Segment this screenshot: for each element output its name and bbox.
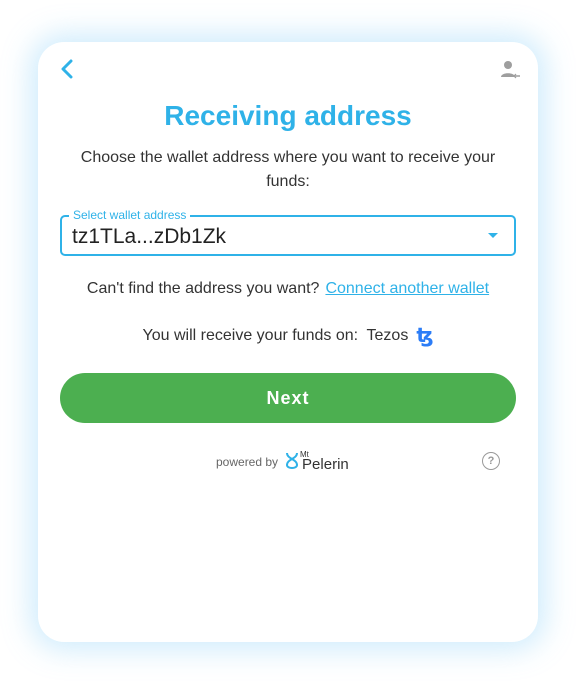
widget-card: Receiving address Choose the wallet addr…	[38, 42, 538, 642]
wallet-address-select[interactable]: Select wallet address tz1TLa...zDb1Zk	[60, 208, 516, 256]
tezos-icon: ꜩ	[416, 325, 434, 347]
cant-find-text: Can't find the address you want?	[86, 280, 320, 297]
wallet-select-value: tz1TLa...zDb1Zk	[72, 225, 227, 248]
receive-on-text: You will receive your funds on:	[142, 327, 359, 344]
chevron-left-icon	[61, 59, 73, 79]
help-icon[interactable]: ?	[482, 452, 500, 470]
account-button[interactable]	[498, 58, 522, 82]
back-button[interactable]	[56, 58, 78, 80]
connect-another-wallet-link[interactable]: Connect another wallet	[325, 280, 489, 297]
brand-name: Pelerin	[302, 456, 349, 473]
cant-find-row: Can't find the address you want? Connect …	[38, 280, 538, 298]
mt-pelerin-logo-icon	[286, 452, 299, 469]
user-account-icon	[501, 61, 520, 79]
page-subtitle: Choose the wallet address where you want…	[80, 149, 496, 190]
page-title: Receiving address	[164, 100, 412, 131]
network-name: Tezos	[366, 327, 409, 344]
dropdown-arrow-icon	[488, 233, 498, 238]
wallet-select-label: Select wallet address	[69, 208, 191, 222]
next-button[interactable]: Next	[60, 373, 516, 423]
brand-prefix: Mt	[300, 450, 309, 459]
receive-network-row: You will receive your funds on: Tezos ꜩ	[38, 323, 538, 348]
powered-by: powered by Mt Pelerin	[216, 450, 349, 473]
powered-by-text: powered by	[216, 454, 279, 469]
